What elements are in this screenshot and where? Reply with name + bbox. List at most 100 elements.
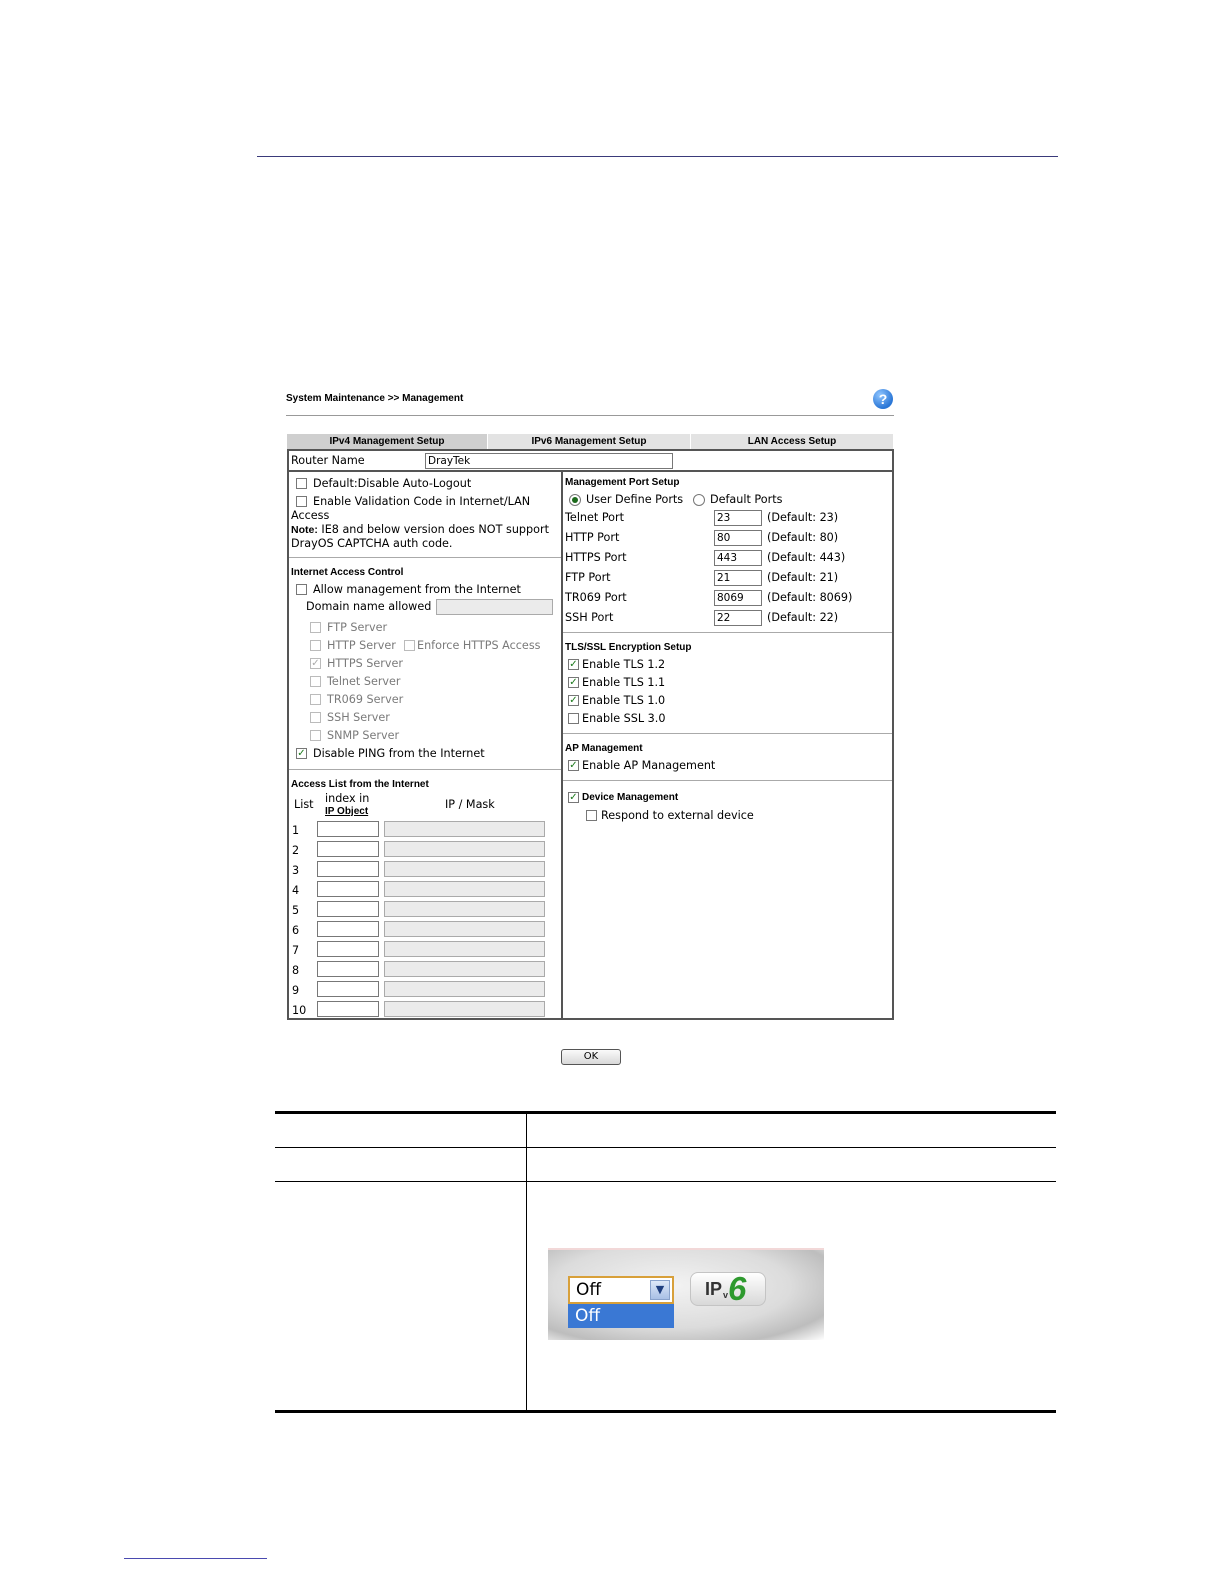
http-server-label: HTTP Server <box>327 639 396 652</box>
respond-external-label: Respond to external device <box>601 809 754 822</box>
access-list-index-input[interactable] <box>317 961 379 977</box>
ssh-server-label: SSH Server <box>327 711 390 724</box>
domain-name-input[interactable] <box>436 599 553 615</box>
tr069-port-input[interactable]: 8069 <box>714 590 762 606</box>
http-port-input[interactable]: 80 <box>714 530 762 546</box>
access-list-index-input[interactable] <box>317 881 379 897</box>
access-list-index-input[interactable] <box>317 841 379 857</box>
mode-select-option[interactable]: Off <box>568 1304 674 1328</box>
ftp-port-input[interactable]: 21 <box>714 570 762 586</box>
allow-internet-mgmt-checkbox[interactable] <box>296 584 307 595</box>
ssl30-checkbox[interactable] <box>568 713 579 724</box>
ftp-server-checkbox[interactable] <box>310 622 321 633</box>
ssl30-label: Enable SSL 3.0 <box>582 712 666 725</box>
ok-button[interactable]: OK <box>561 1049 621 1065</box>
title-divider <box>286 415 894 416</box>
validation-code-label: Enable Validation Code in Internet/LAN <box>313 495 531 508</box>
default-ports-radio[interactable] <box>693 494 705 506</box>
device-management-checkbox[interactable]: ✓ <box>568 792 579 803</box>
https-server-label: HTTPS Server <box>327 657 403 670</box>
left-section-divider-2 <box>289 769 561 770</box>
tls11-checkbox[interactable]: ✓ <box>568 677 579 688</box>
chevron-down-icon[interactable]: ▼ <box>650 1280 670 1300</box>
access-list-index-input[interactable] <box>317 821 379 837</box>
telnet-port-input[interactable]: 23 <box>714 510 762 526</box>
access-list-row-number: 10 <box>292 1004 307 1017</box>
access-list-ipmask-input[interactable] <box>384 921 545 937</box>
tab-bar: IPv4 Management Setup IPv6 Management Se… <box>287 434 894 449</box>
col-list-header: List <box>294 798 314 811</box>
access-list-row-number: 6 <box>292 924 300 937</box>
access-list-ipmask-input[interactable] <box>384 901 545 917</box>
tab-ipv6-management[interactable]: IPv6 Management Setup <box>488 434 691 449</box>
access-list-row-number: 5 <box>292 904 300 917</box>
tab-ipv4-management[interactable]: IPv4 Management Setup <box>287 434 488 449</box>
domain-name-label: Domain name allowed <box>306 600 432 613</box>
respond-external-checkbox[interactable] <box>586 810 597 821</box>
telnet-server-label: Telnet Server <box>327 675 401 688</box>
tls10-checkbox[interactable]: ✓ <box>568 695 579 706</box>
access-list-ipmask-input[interactable] <box>384 841 545 857</box>
access-list-ipmask-input[interactable] <box>384 981 545 997</box>
tls12-checkbox[interactable]: ✓ <box>568 659 579 670</box>
access-list-ipmask-input[interactable] <box>384 881 545 897</box>
right-section-divider-3 <box>563 780 892 781</box>
validation-code-checkbox[interactable] <box>296 496 307 507</box>
auto-logout-label: Default:Disable Auto-Logout <box>313 477 472 490</box>
telnet-server-checkbox[interactable] <box>310 676 321 687</box>
access-list-row-number: 9 <box>292 984 300 997</box>
access-list-index-input[interactable] <box>317 981 379 997</box>
captcha-note-cont: DrayOS CAPTCHA auth code. <box>291 537 453 550</box>
access-list-row-number: 7 <box>292 944 300 957</box>
ipv6-dropdown-inset: Off ▼ Off IP v 6 <box>548 1248 824 1340</box>
footer-link-rule <box>124 1558 267 1559</box>
device-management-label: Device Management <box>582 792 679 803</box>
http-server-checkbox[interactable] <box>310 640 321 651</box>
https-server-checkbox[interactable]: ✓ <box>310 658 321 669</box>
access-list-row-number: 1 <box>292 824 300 837</box>
mode-select[interactable]: Off ▼ <box>568 1276 674 1304</box>
telnet-port-default: (Default: 23) <box>767 511 839 524</box>
table-bottom-rule <box>275 1410 1056 1413</box>
table-row-rule <box>275 1181 1056 1182</box>
ipv6-badge-six: 6 <box>728 1270 747 1307</box>
access-list-index-input[interactable] <box>317 941 379 957</box>
tls12-label: Enable TLS 1.2 <box>582 658 666 671</box>
user-define-ports-label: User Define Ports <box>586 493 684 506</box>
user-define-ports-radio[interactable] <box>569 494 581 506</box>
router-name-input[interactable]: DrayTek <box>425 453 673 469</box>
access-list-index-input[interactable] <box>317 1001 379 1017</box>
tr069-server-checkbox[interactable] <box>310 694 321 705</box>
access-list-index-input[interactable] <box>317 901 379 917</box>
access-list-ipmask-input[interactable] <box>384 961 545 977</box>
https-port-default: (Default: 443) <box>767 551 846 564</box>
access-list-ipmask-input[interactable] <box>384 1001 545 1017</box>
ip-object-link[interactable]: IP Object <box>325 806 368 817</box>
ap-management-checkbox[interactable]: ✓ <box>568 760 579 771</box>
enforce-https-checkbox[interactable] <box>404 640 415 651</box>
settings-frame: Router Name DrayTek Default:Disable Auto… <box>287 449 894 1020</box>
col-index-header: index in <box>325 792 370 805</box>
ssh-port-input[interactable]: 22 <box>714 610 762 626</box>
tls10-label: Enable TLS 1.0 <box>582 694 666 707</box>
https-port-label: HTTPS Port <box>565 551 627 564</box>
ftp-port-default: (Default: 21) <box>767 571 839 584</box>
https-port-input[interactable]: 443 <box>714 550 762 566</box>
access-list-ipmask-input[interactable] <box>384 941 545 957</box>
auto-logout-checkbox[interactable] <box>296 478 307 489</box>
ssh-server-checkbox[interactable] <box>310 712 321 723</box>
tr069-port-label: TR069 Port <box>565 591 627 604</box>
access-list-index-input[interactable] <box>317 921 379 937</box>
captcha-note: Note: IE8 and below version does NOT sup… <box>291 523 549 536</box>
help-icon[interactable]: ? <box>873 389 893 409</box>
allow-internet-mgmt-label: Allow management from the Internet <box>313 583 521 596</box>
disable-ping-checkbox[interactable]: ✓ <box>296 748 307 759</box>
snmp-server-label: SNMP Server <box>327 729 400 742</box>
tls-ssl-heading: TLS/SSL Encryption Setup <box>565 642 692 653</box>
access-list-ipmask-input[interactable] <box>384 861 545 877</box>
snmp-server-checkbox[interactable] <box>310 730 321 741</box>
right-section-divider-2 <box>563 733 892 734</box>
tab-lan-access[interactable]: LAN Access Setup <box>691 434 894 449</box>
access-list-index-input[interactable] <box>317 861 379 877</box>
access-list-ipmask-input[interactable] <box>384 821 545 837</box>
